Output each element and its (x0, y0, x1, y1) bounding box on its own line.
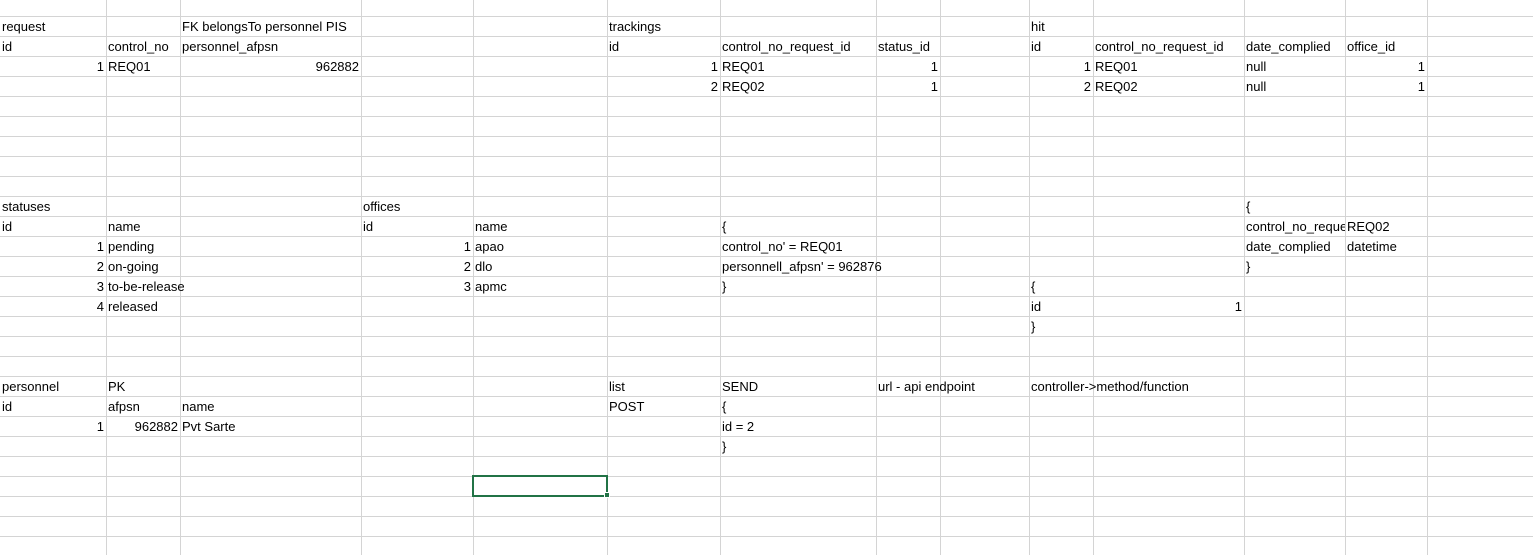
cell-statuses-name-value[interactable]: to-be-release (106, 277, 185, 297)
row-divider (0, 496, 1533, 497)
cell-hit-date-complied-header[interactable]: date_complied (1244, 37, 1345, 57)
cell-offices-id-value[interactable]: 1 (361, 237, 473, 257)
cell-json-value[interactable]: REQ02 (1345, 217, 1427, 237)
cell-offices-id-value[interactable]: 3 (361, 277, 473, 297)
cell-statuses-id-value[interactable]: 2 (0, 257, 106, 277)
cell-hit-date-complied-value[interactable]: null (1244, 57, 1345, 77)
cell-hit-id-value[interactable]: 1 (1029, 57, 1093, 77)
row-divider (0, 536, 1533, 537)
cell-offices-name-value[interactable]: apmc (473, 277, 607, 297)
cell-json-close-brace[interactable]: } (720, 437, 876, 457)
column-divider (940, 0, 941, 555)
cell-hit-office-id-value[interactable]: 1 (1345, 57, 1427, 77)
cell-hit-id-value[interactable]: 2 (1029, 77, 1093, 97)
cell-statuses-id-value[interactable]: 4 (0, 297, 106, 317)
column-divider (1427, 0, 1428, 555)
cell-offices-id-header[interactable]: id (361, 217, 473, 237)
cell-post-method[interactable]: POST (607, 397, 720, 417)
cell-trackings-status-id-header[interactable]: status_id (876, 37, 940, 57)
cell-json-line[interactable]: personnell_afpsn' = 962876 (720, 257, 882, 277)
cell-personnel-name-header[interactable]: name (180, 397, 361, 417)
cell-json-line[interactable]: id = 2 (720, 417, 876, 437)
cell-request-table-title[interactable]: request (0, 17, 106, 37)
cell-json-value[interactable]: 1 (1093, 297, 1244, 317)
cell-personnel-table-title[interactable]: personnel (0, 377, 106, 397)
cell-personnel-name-value[interactable]: Pvt Sarte (180, 417, 361, 437)
row-divider (0, 336, 1533, 337)
row-divider (0, 356, 1533, 357)
cell-statuses-name-value[interactable]: pending (106, 237, 180, 257)
cell-hit-control-no-value[interactable]: REQ02 (1093, 77, 1244, 97)
cell-fk-note[interactable]: FK belongsTo personnel PIS (180, 17, 361, 37)
cell-trackings-status-id-value[interactable]: 1 (876, 57, 940, 77)
active-cell-selection[interactable] (472, 475, 608, 497)
row-divider (0, 156, 1533, 157)
spreadsheet-grid[interactable]: request FK belongsTo personnel PIS track… (0, 0, 1533, 555)
cell-offices-table-title[interactable]: offices (361, 197, 473, 217)
cell-url-api-endpoint-label[interactable]: url - api endpoint (876, 377, 975, 397)
cell-pk-note[interactable]: PK (106, 377, 180, 397)
cell-json-open-brace[interactable]: { (1029, 277, 1093, 297)
row-divider (0, 136, 1533, 137)
cell-hit-control-no-request-id-header[interactable]: control_no_request_id (1093, 37, 1244, 57)
cell-hit-date-complied-value[interactable]: null (1244, 77, 1345, 97)
cell-request-id-value[interactable]: 1 (0, 57, 106, 77)
cell-trackings-control-no-value[interactable]: REQ01 (720, 57, 876, 77)
cell-statuses-table-title[interactable]: statuses (0, 197, 106, 217)
cell-hit-table-title[interactable]: hit (1029, 17, 1093, 37)
cell-trackings-status-id-value[interactable]: 1 (876, 77, 940, 97)
cell-statuses-name-header[interactable]: name (106, 217, 180, 237)
cell-personnel-afpsn-header[interactable]: afpsn (106, 397, 180, 417)
cell-personnel-id-header[interactable]: id (0, 397, 106, 417)
cell-request-personnel-afpsn-value[interactable]: 962882 (180, 57, 361, 77)
cell-trackings-id-value[interactable]: 2 (607, 77, 720, 97)
cell-statuses-name-value[interactable]: released (106, 297, 180, 317)
cell-json-value[interactable]: datetime (1345, 237, 1427, 257)
cell-offices-name-header[interactable]: name (473, 217, 607, 237)
cell-offices-id-value[interactable]: 2 (361, 257, 473, 277)
cell-send-label[interactable]: SEND (720, 377, 876, 397)
cell-json-key[interactable]: control_no_request_id (1244, 217, 1345, 237)
cell-controller-method-label[interactable]: controller->method/function (1029, 377, 1189, 397)
row-divider (0, 176, 1533, 177)
cell-json-close-brace[interactable]: } (1029, 317, 1093, 337)
cell-json-key[interactable]: date_complied (1244, 237, 1345, 257)
cell-personnel-id-value[interactable]: 1 (0, 417, 106, 437)
cell-statuses-id-value[interactable]: 3 (0, 277, 106, 297)
row-divider (0, 476, 1533, 477)
cell-hit-id-header[interactable]: id (1029, 37, 1093, 57)
cell-json-open-brace[interactable]: { (720, 217, 876, 237)
row-divider (0, 516, 1533, 517)
cell-trackings-control-no-value[interactable]: REQ02 (720, 77, 876, 97)
cell-offices-name-value[interactable]: apao (473, 237, 607, 257)
cell-statuses-name-value[interactable]: on-going (106, 257, 180, 277)
cell-request-personnel-afpsn-header[interactable]: personnel_afpsn (180, 37, 361, 57)
cell-trackings-control-no-request-id-header[interactable]: control_no_request_id (720, 37, 876, 57)
cell-hit-office-id-value[interactable]: 1 (1345, 77, 1427, 97)
cell-request-control-no-header[interactable]: control_no (106, 37, 180, 57)
row-divider (0, 316, 1533, 317)
cell-request-control-no-value[interactable]: REQ01 (106, 57, 180, 77)
cell-statuses-id-header[interactable]: id (0, 217, 106, 237)
cell-json-close-brace[interactable]: } (1244, 257, 1345, 277)
cell-json-open-brace[interactable]: { (720, 397, 876, 417)
cell-list-label[interactable]: list (607, 377, 720, 397)
cell-hit-control-no-value[interactable]: REQ01 (1093, 57, 1244, 77)
cell-trackings-table-title[interactable]: trackings (607, 17, 720, 37)
cell-json-key[interactable]: id (1029, 297, 1093, 317)
cell-trackings-id-header[interactable]: id (607, 37, 720, 57)
cell-personnel-afpsn-value[interactable]: 962882 (106, 417, 180, 437)
cell-statuses-id-value[interactable]: 1 (0, 237, 106, 257)
fill-handle[interactable] (604, 492, 610, 498)
cell-hit-office-id-header[interactable]: office_id (1345, 37, 1427, 57)
row-divider (0, 116, 1533, 117)
cell-json-close-brace[interactable]: } (720, 277, 876, 297)
cell-trackings-id-value[interactable]: 1 (607, 57, 720, 77)
cell-offices-name-value[interactable]: dlo (473, 257, 607, 277)
cell-json-open-brace[interactable]: { (1244, 197, 1345, 217)
cell-request-id-header[interactable]: id (0, 37, 106, 57)
cell-json-line[interactable]: control_no' = REQ01 (720, 237, 876, 257)
